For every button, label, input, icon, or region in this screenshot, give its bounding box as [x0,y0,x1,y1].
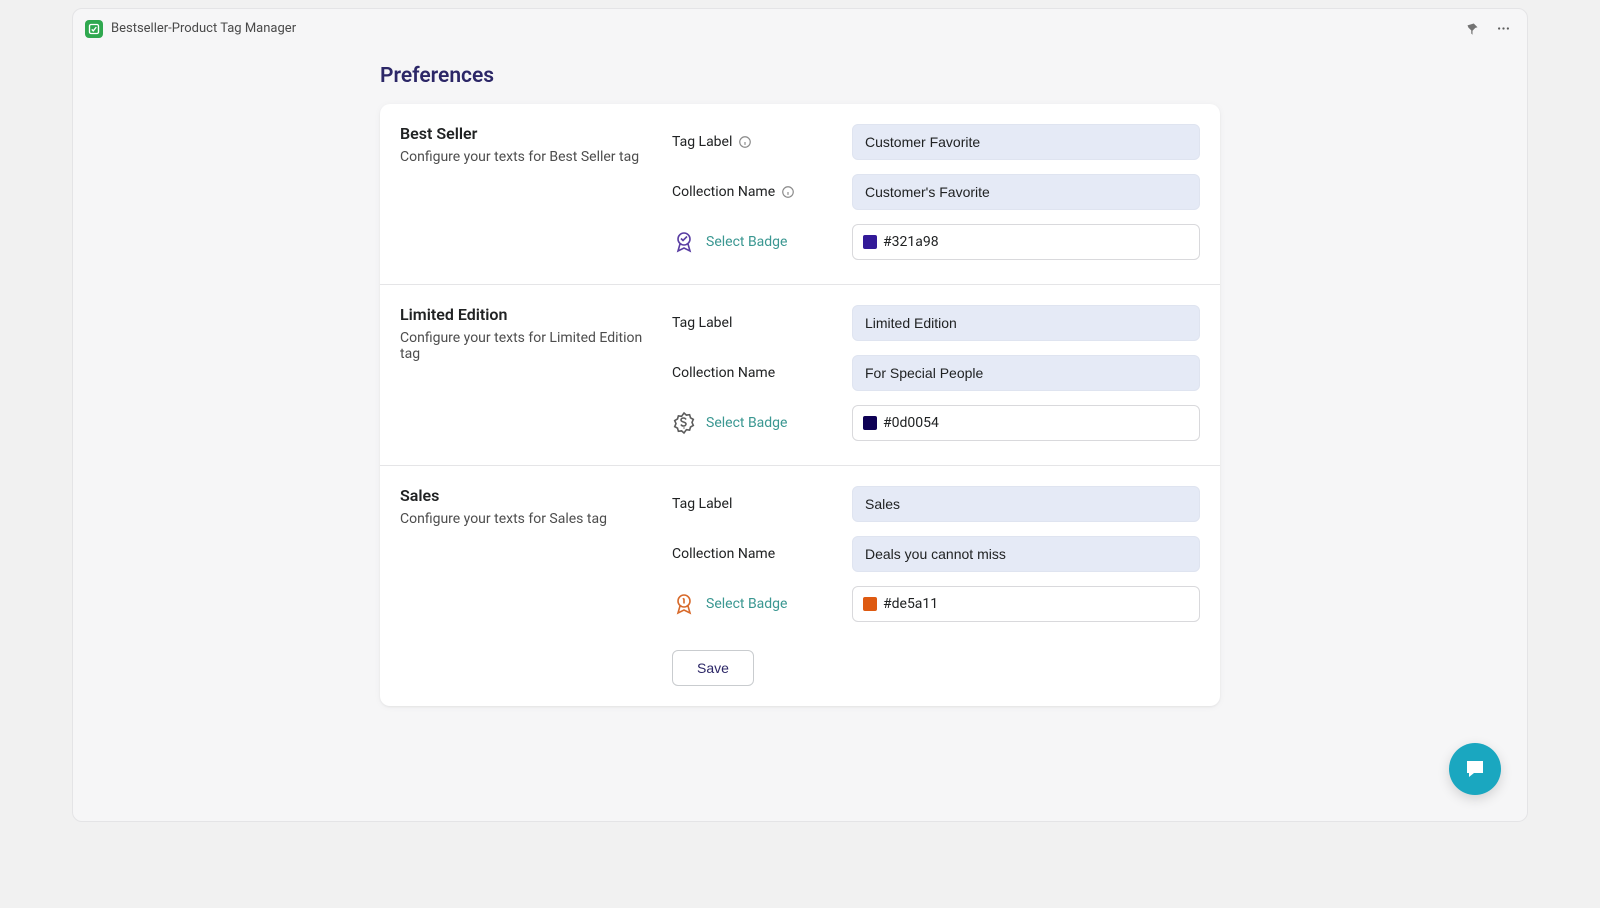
tag-label-row: Tag Label [672,305,1200,341]
badge-dollar-icon [672,411,696,435]
select-badge-label: Select Badge [706,596,787,612]
collection-name-label: Collection Name [672,365,775,381]
app-frame: Bestseller-Product Tag Manager Preferenc… [72,8,1528,822]
app-title: Bestseller-Product Tag Manager [111,21,296,36]
section-title: Best Seller [400,124,652,143]
section-title: Limited Edition [400,305,652,324]
tag-label-label: Tag Label [672,134,732,150]
badge-row: Select Badge #0d0054 [672,405,1200,441]
section-title: Sales [400,486,652,505]
select-badge-link[interactable]: Select Badge [672,230,836,254]
badge-row: Select Badge #321a98 [672,224,1200,260]
select-badge-link[interactable]: Select Badge [672,592,836,616]
info-icon[interactable] [781,185,795,199]
page-title: Preferences [380,64,1220,88]
tag-label-row: Tag Label [672,486,1200,522]
tag-label-input[interactable] [852,124,1200,160]
preferences-card: Best Seller Configure your texts for Bes… [380,104,1220,706]
tag-label-input[interactable] [852,305,1200,341]
section-limited-edition: Limited Edition Configure your texts for… [380,284,1220,465]
color-hex: #321a98 [883,234,939,250]
collection-name-input[interactable] [852,536,1200,572]
tag-label-label: Tag Label [672,496,732,512]
collection-name-row: Collection Name [672,536,1200,572]
section-desc: Configure your texts for Sales tag [400,511,652,527]
badge-one-icon [672,592,696,616]
section-desc: Configure your texts for Best Seller tag [400,149,652,165]
pin-icon[interactable] [1461,17,1484,40]
tag-label-row: Tag Label [672,124,1200,160]
color-swatch [863,416,877,430]
content: Preferences Best Seller Configure your t… [380,64,1220,706]
select-badge-link[interactable]: Select Badge [672,411,836,435]
select-badge-label: Select Badge [706,234,787,250]
save-row: Save [380,646,1220,706]
section-best-seller: Best Seller Configure your texts for Bes… [380,104,1220,284]
chat-icon [1463,757,1487,781]
badge-row: Select Badge #de5a11 [672,586,1200,622]
collection-name-label: Collection Name [672,184,775,200]
badge-ribbon-icon [672,230,696,254]
collection-name-input[interactable] [852,174,1200,210]
color-swatch [863,597,877,611]
collection-name-input[interactable] [852,355,1200,391]
more-icon[interactable] [1492,17,1515,40]
tag-label-label: Tag Label [672,315,732,331]
select-badge-label: Select Badge [706,415,787,431]
color-hex: #0d0054 [883,415,939,431]
topbar: Bestseller-Product Tag Manager [73,9,1527,48]
collection-name-row: Collection Name [672,355,1200,391]
color-swatch [863,235,877,249]
chat-fab[interactable] [1449,743,1501,795]
tag-label-input[interactable] [852,486,1200,522]
section-sales: Sales Configure your texts for Sales tag… [380,465,1220,646]
app-icon [85,20,103,38]
section-desc: Configure your texts for Limited Edition… [400,330,652,362]
info-icon[interactable] [738,135,752,149]
color-hex: #de5a11 [883,596,938,612]
collection-name-row: Collection Name [672,174,1200,210]
color-input[interactable]: #de5a11 [852,586,1200,622]
collection-name-label: Collection Name [672,546,775,562]
save-button[interactable]: Save [672,650,754,686]
color-input[interactable]: #321a98 [852,224,1200,260]
color-input[interactable]: #0d0054 [852,405,1200,441]
